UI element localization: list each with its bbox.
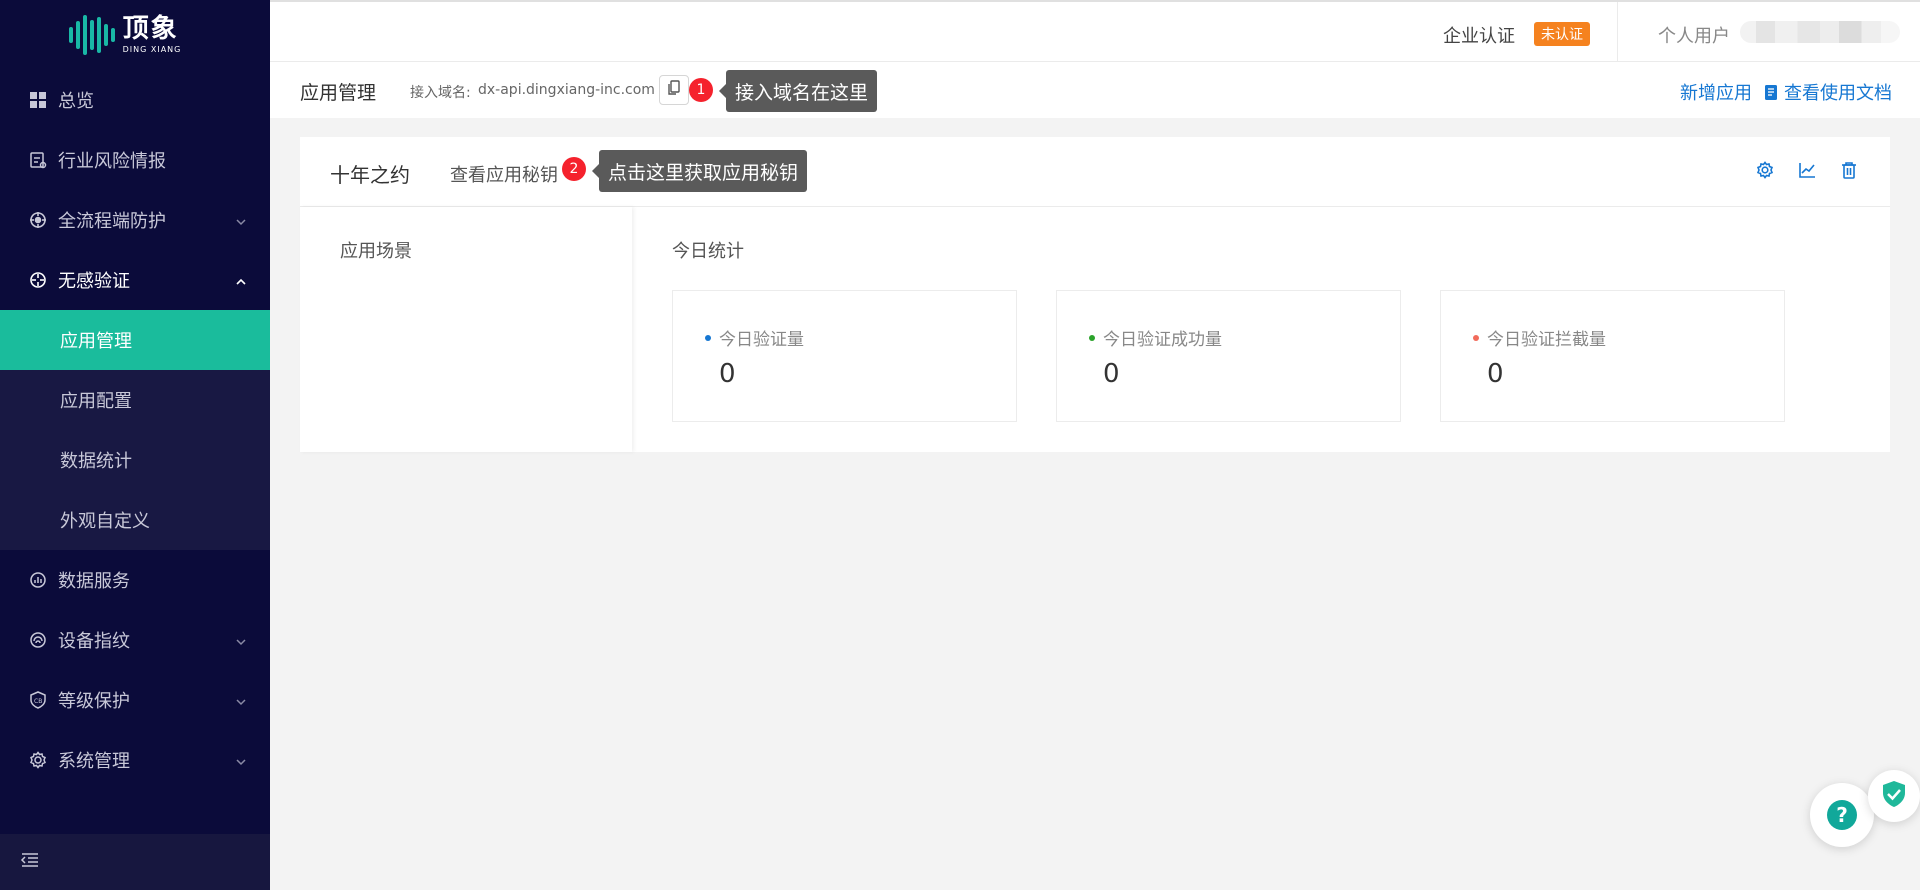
tooltip-domain-hint: 接入域名在这里 [726, 70, 878, 112]
question-icon: ? [1827, 800, 1857, 830]
header-divider [1617, 2, 1618, 64]
view-app-secret-link[interactable]: 查看应用秘钥 [450, 161, 558, 187]
app-card-header: 十年之约 查看应用秘钥 2 点击这里获取应用秘钥 [300, 137, 1890, 207]
sidebar-collapse-button[interactable] [0, 834, 270, 890]
collapse-menu-icon [20, 852, 40, 872]
sidebar-subitem-app-management[interactable]: 应用管理 [0, 310, 270, 370]
stat-label: 今日验证成功量 [1103, 330, 1222, 350]
shield-check-icon [1881, 780, 1907, 812]
sidebar: 顶象 DING XIANG 总览 行业风险情报 全流程端防护 无感验证 应用管理… [0, 0, 270, 890]
sidebar-item-label: 数据服务 [58, 571, 130, 592]
top-header: 企业认证 未认证 个人用户 [270, 0, 1920, 64]
crosshair-icon [28, 270, 48, 290]
green-dot-icon [1089, 334, 1095, 341]
chevron-up-icon [234, 273, 248, 287]
chevron-down-icon [234, 213, 248, 227]
sidebar-item-label: 全流程端防护 [58, 211, 166, 232]
stat-value: 0 [1487, 359, 1504, 389]
tooltip-secret-hint: 点击这里获取应用秘钥 [599, 150, 808, 192]
page-title: 应用管理 [300, 82, 377, 104]
report-icon [28, 150, 48, 170]
domain-value: dx-api.dingxiang-inc.com [478, 82, 655, 98]
brand-name: 顶象 [122, 14, 179, 44]
stat-label: 今日验证量 [719, 330, 804, 350]
sidebar-item-captcha[interactable]: 无感验证 [0, 250, 270, 310]
logo-mark-icon [68, 15, 115, 55]
shield-icon: CB [28, 690, 48, 710]
brand-name-en: DING XIANG [122, 45, 182, 54]
chevron-down-icon [234, 753, 248, 767]
cert-status-badge: 未认证 [1534, 22, 1590, 46]
view-docs-link[interactable]: 查看使用文档 [1784, 79, 1892, 105]
stat-card-verify-blocked: 今日验证拦截量 0 [1440, 290, 1785, 422]
svg-text:CB: CB [34, 698, 42, 705]
add-app-link[interactable]: 新增应用 [1680, 79, 1752, 105]
app-name: 十年之约 [330, 163, 410, 187]
line-chart-icon[interactable] [1796, 159, 1818, 181]
domain-label: 接入域名: [410, 85, 471, 101]
sidebar-item-label: 总览 [58, 91, 94, 112]
app-card: 十年之约 查看应用秘钥 2 点击这里获取应用秘钥 应用场景 今日统计 今日验证量… [300, 137, 1890, 452]
stat-value: 0 [1103, 359, 1120, 389]
blue-dot-icon [705, 334, 711, 341]
settings-gear-icon[interactable] [1754, 159, 1776, 181]
sidebar-item-system[interactable]: 系统管理 [0, 730, 270, 790]
sidebar-subitem-data-stats[interactable]: 数据统计 [0, 430, 270, 490]
sidebar-submenu: 应用管理 应用配置 数据统计 外观自定义 [0, 310, 270, 550]
step-badge-1: 1 [689, 78, 713, 102]
sidebar-item-label: 设备指纹 [58, 631, 130, 652]
chart-icon [28, 570, 48, 590]
stat-card-verify-success: 今日验证成功量 0 [1056, 290, 1401, 422]
sidebar-item-industry-risk[interactable]: 行业风险情报 [0, 130, 270, 190]
today-stats-title: 今日统计 [672, 241, 744, 262]
chevron-down-icon [234, 693, 248, 707]
stat-label: 今日验证拦截量 [1487, 330, 1606, 350]
red-dot-icon [1473, 334, 1479, 341]
sidebar-item-overview[interactable]: 总览 [0, 70, 270, 130]
sidebar-item-level-protection[interactable]: CB 等级保护 [0, 670, 270, 730]
brand-logo[interactable]: 顶象 DING XIANG [0, 0, 270, 70]
sidebar-item-label: 等级保护 [58, 691, 130, 712]
user-account-blurred[interactable] [1740, 21, 1900, 43]
copy-domain-button[interactable] [659, 75, 689, 105]
document-icon [1764, 84, 1778, 101]
stat-value: 0 [719, 359, 736, 389]
sidebar-item-full-protection[interactable]: 全流程端防护 [0, 190, 270, 250]
app-scene-label: 应用场景 [340, 241, 412, 262]
target-icon [28, 210, 48, 230]
sidebar-item-label: 无感验证 [58, 271, 130, 292]
sidebar-item-label: 系统管理 [58, 751, 130, 772]
sidebar-subitem-appearance[interactable]: 外观自定义 [0, 490, 270, 550]
security-shield-button[interactable] [1868, 770, 1920, 822]
trash-icon[interactable] [1838, 159, 1860, 181]
copy-icon [667, 80, 681, 100]
sidebar-item-data-service[interactable]: 数据服务 [0, 550, 270, 610]
grid-icon [28, 90, 48, 110]
help-button[interactable]: ? [1810, 783, 1874, 847]
app-scene-panel: 应用场景 [300, 207, 632, 452]
sidebar-item-device-fingerprint[interactable]: 设备指纹 [0, 610, 270, 670]
sidebar-subitem-app-config[interactable]: 应用配置 [0, 370, 270, 430]
sidebar-item-label: 行业风险情报 [58, 151, 166, 172]
chevron-down-icon [234, 633, 248, 647]
stat-card-verify-count: 今日验证量 0 [672, 290, 1017, 422]
enterprise-cert-link[interactable]: 企业认证 [1443, 22, 1515, 48]
gear-icon [28, 750, 48, 770]
user-type-label: 个人用户 [1658, 26, 1730, 47]
fingerprint-icon [28, 630, 48, 650]
step-badge-2: 2 [562, 157, 586, 181]
page-subheader: 应用管理 接入域名: dx-api.dingxiang-inc.com 1 接入… [270, 62, 1920, 118]
